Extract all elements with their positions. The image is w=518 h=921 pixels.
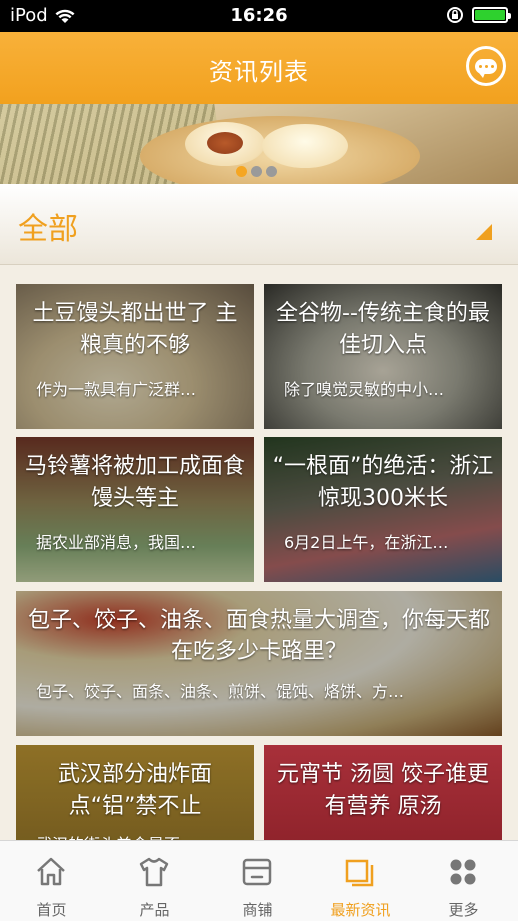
article-card[interactable]: 武汉部分油炸面点“铝”禁不止 武汉的街头美食是否… — [16, 745, 254, 840]
article-summary: 据农业部消息，我国… — [36, 533, 197, 552]
carousel-dot[interactable] — [236, 166, 247, 177]
article-summary: 作为一款具有广泛群… — [36, 380, 197, 399]
article-title: 元宵节 汤圆 饺子谁更有营养 原汤 — [277, 762, 489, 819]
article-summary: 武汉的街头美食是否… — [36, 831, 234, 840]
article-summary: 包子、饺子、面条、油条、煎饼、馄饨、烙饼、方… — [36, 682, 405, 701]
tab-label: 产品 — [139, 901, 170, 919]
shirt-icon — [139, 857, 169, 887]
article-card[interactable]: 全谷物--传统主食的最佳切入点 除了嗅觉灵敏的中小… — [264, 284, 502, 429]
tab-products[interactable]: 产品 — [103, 841, 206, 921]
status-bar: iPod 16:26 — [0, 0, 518, 32]
nav-header: 资讯列表 — [0, 32, 518, 104]
grid-icon — [450, 859, 476, 885]
page-title: 资讯列表 — [209, 58, 309, 86]
tab-label: 最新资讯 — [330, 901, 391, 919]
tab-stores[interactable]: 商铺 — [206, 841, 309, 921]
status-time: 16:26 — [230, 5, 288, 26]
tab-label: 商铺 — [242, 901, 273, 919]
tab-label: 首页 — [36, 901, 67, 919]
article-card[interactable]: 包子、饺子、油条、面食热量大调查，你每天都在吃多少卡路里？ 包子、饺子、面条、油… — [16, 591, 502, 736]
tab-more[interactable]: 更多 — [412, 841, 515, 921]
article-title: 包子、饺子、油条、面食热量大调查，你每天都在吃多少卡路里？ — [27, 608, 490, 664]
tab-label: 更多 — [448, 901, 479, 919]
dropdown-triangle-icon — [476, 224, 492, 240]
article-title: 全谷物--传统主食的最佳切入点 — [276, 301, 490, 358]
article-grid: 土豆馒头都出世了 主粮真的不够 作为一款具有广泛群… 全谷物--传统主食的最佳切… — [0, 264, 518, 840]
article-title: 武汉部分油炸面点“铝”禁不止 — [57, 762, 212, 819]
rotation-lock-icon — [447, 7, 463, 23]
carousel-indicator — [236, 166, 277, 177]
article-title: “一根面”的绝活：浙江惊现300米长 — [272, 454, 494, 511]
article-card[interactable]: “一根面”的绝活：浙江惊现300米长 6月2日上午，在浙江… — [264, 437, 502, 582]
tab-bar: 首页 产品 商铺 最新资讯 更多 — [0, 840, 518, 921]
tab-news[interactable]: 最新资讯 — [309, 841, 412, 921]
article-card[interactable]: 元宵节 汤圆 饺子谁更有营养 原汤 — [264, 745, 502, 840]
battery-icon — [472, 7, 511, 23]
chat-bubble-icon — [475, 58, 497, 78]
home-icon — [37, 857, 65, 886]
article-card[interactable]: 土豆馒头都出世了 主粮真的不够 作为一款具有广泛群… — [16, 284, 254, 429]
article-title: 马铃薯将被加工成面食馒头等主 — [24, 454, 245, 511]
news-icon — [345, 859, 374, 887]
article-summary: 除了嗅觉灵敏的中小… — [284, 380, 445, 399]
store-icon — [242, 858, 272, 886]
category-label: 全部 — [18, 212, 78, 247]
article-summary: 6月2日上午，在浙江… — [284, 533, 449, 552]
carousel-dot[interactable] — [251, 166, 262, 177]
message-button[interactable] — [466, 46, 506, 86]
category-selector[interactable]: 全部 — [0, 184, 518, 265]
article-card[interactable]: 马铃薯将被加工成面食馒头等主 据农业部消息，我国… — [16, 437, 254, 582]
article-title: 土豆馒头都出世了 主粮真的不够 — [32, 301, 238, 358]
carousel-dot[interactable] — [266, 166, 277, 177]
tab-home[interactable]: 首页 — [0, 841, 103, 921]
